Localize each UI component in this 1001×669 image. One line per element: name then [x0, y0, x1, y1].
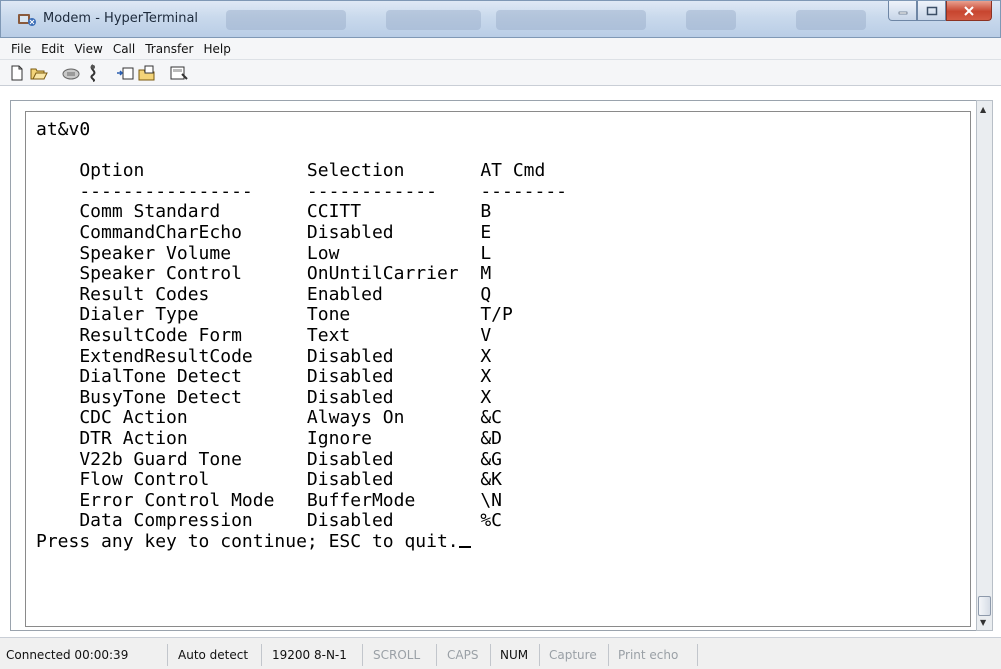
status-print-echo: Print echo: [612, 644, 698, 666]
terminal-option-row: Dialer Type Tone T/P: [36, 304, 513, 326]
terminal-command-line: at&v0: [36, 119, 91, 140]
title-bar-blur: [386, 10, 481, 30]
terminal-option-row: Data Compression Disabled %C: [36, 510, 502, 532]
title-bar-blur: [496, 10, 646, 30]
status-detect: Auto detect: [172, 644, 262, 666]
terminal-option-row: DTR Action Ignore &D: [36, 427, 502, 449]
status-scroll: SCROLL: [367, 644, 437, 666]
minimize-icon: [898, 11, 907, 14]
terminal-option-row: Flow Control Disabled &K: [36, 469, 502, 491]
vertical-scrollbar[interactable]: ▲ ▼: [976, 100, 993, 631]
terminal-option-row: CommandCharEcho Disabled E: [36, 221, 492, 243]
terminal-option-row: Error Control Mode BufferMode \N: [36, 489, 502, 511]
menu-bar: File Edit View Call Transfer Help: [0, 38, 1001, 60]
terminal-prompt-line: Press any key to continue; ESC to quit.: [36, 531, 567, 553]
window-title: Modem - HyperTerminal: [43, 11, 199, 26]
terminal-option-row: ResultCode Form Text V: [36, 324, 492, 346]
receive-icon[interactable]: [138, 64, 156, 82]
terminal-dash-row: ---------------- ------------ --------: [36, 180, 568, 202]
title-bar: Modem - HyperTerminal: [0, 0, 1001, 38]
menu-transfer[interactable]: Transfer: [140, 42, 198, 56]
terminal-option-row: Result Codes Enabled Q: [36, 283, 492, 305]
terminal-output: at&v0 Option Selection AT Cmd ----------…: [36, 119, 568, 553]
terminal-cursor: [458, 532, 471, 548]
terminal-option-row: DialTone Detect Disabled X: [36, 366, 492, 388]
terminal-option-row: Speaker Volume Low L: [36, 242, 492, 264]
menu-view[interactable]: View: [69, 42, 107, 56]
open-folder-icon[interactable]: [30, 64, 48, 82]
terminal-header-row: Option Selection AT Cmd: [36, 160, 546, 182]
status-caps: CAPS: [441, 644, 491, 666]
send-icon[interactable]: [116, 64, 134, 82]
title-bar-blur: [226, 10, 346, 30]
scroll-down-icon[interactable]: ▼: [980, 618, 986, 627]
terminal-option-row: BusyTone Detect Disabled X: [36, 386, 492, 408]
status-capture: Capture: [543, 644, 609, 666]
scrollbar-thumb[interactable]: [978, 596, 991, 616]
scroll-up-icon[interactable]: ▲: [980, 105, 986, 114]
properties-icon[interactable]: [170, 64, 188, 82]
title-bar-blur: [796, 10, 866, 30]
status-bar: Connected 00:00:39 Auto detect 19200 8-N…: [0, 637, 1001, 669]
terminal-option-row: CDC Action Always On &C: [36, 407, 502, 429]
terminal-option-row: Comm Standard CCITT B: [36, 201, 492, 223]
window-controls: [888, 1, 992, 23]
menu-help[interactable]: Help: [199, 42, 236, 56]
terminal-option-row: ExtendResultCode Disabled X: [36, 345, 492, 367]
toolbar: [0, 60, 1001, 86]
menu-call[interactable]: Call: [108, 42, 140, 56]
close-icon: [964, 5, 974, 16]
status-num: NUM: [494, 644, 540, 666]
minimize-button[interactable]: [888, 1, 917, 21]
terminal-option-row: V22b Guard Tone Disabled &G: [36, 448, 502, 470]
terminal-option-row: Speaker Control OnUntilCarrier M: [36, 263, 492, 285]
call-icon[interactable]: [62, 64, 80, 82]
terminal-screen[interactable]: at&v0 Option Selection AT Cmd ----------…: [25, 111, 971, 627]
hyperterminal-icon: [18, 14, 36, 26]
maximize-icon: [926, 6, 937, 15]
title-bar-blur: [686, 10, 736, 30]
status-connected: Connected 00:00:39: [0, 644, 168, 666]
new-file-icon[interactable]: [8, 64, 26, 82]
close-button[interactable]: [946, 1, 992, 21]
status-settings: 19200 8-N-1: [266, 644, 363, 666]
disconnect-icon[interactable]: [84, 63, 102, 82]
menu-file[interactable]: File: [6, 42, 36, 56]
terminal-frame: at&v0 Option Selection AT Cmd ----------…: [10, 100, 986, 631]
maximize-button[interactable]: [917, 1, 946, 21]
menu-edit[interactable]: Edit: [36, 42, 69, 56]
